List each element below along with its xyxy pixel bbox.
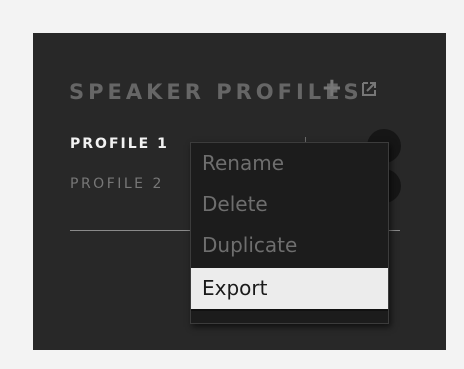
panel-title: SPEAKER PROFILES bbox=[69, 80, 363, 104]
speaker-profiles-panel: SPEAKER PROFILES + PROFILE 1 PROFILE 2 R… bbox=[33, 33, 446, 350]
menu-item-export[interactable]: Export bbox=[191, 268, 388, 311]
export-icon[interactable] bbox=[361, 81, 377, 97]
profile-item-1[interactable]: PROFILE 1 bbox=[70, 136, 169, 152]
context-menu: Rename Delete Duplicate Export bbox=[190, 142, 389, 324]
menu-item-duplicate[interactable]: Duplicate bbox=[191, 225, 388, 266]
profile-item-2[interactable]: PROFILE 2 bbox=[70, 176, 164, 192]
menu-item-delete[interactable]: Delete bbox=[191, 184, 388, 225]
plus-icon[interactable]: + bbox=[321, 75, 343, 101]
menu-item-rename[interactable]: Rename bbox=[191, 143, 388, 184]
panel-header: SPEAKER PROFILES bbox=[69, 80, 363, 104]
